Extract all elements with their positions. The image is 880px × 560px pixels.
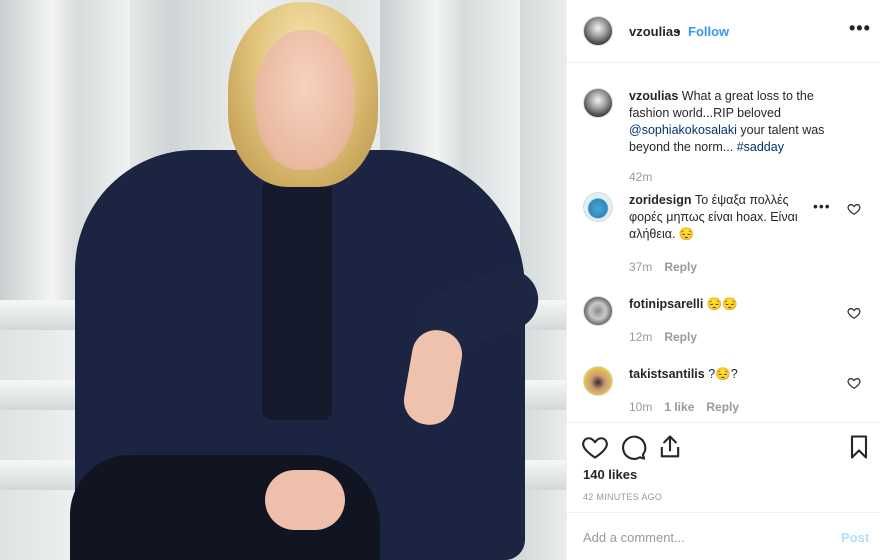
bookmark-icon[interactable] xyxy=(845,433,873,461)
comment-likes[interactable]: 1 like xyxy=(664,400,694,414)
likes-count[interactable]: 140 likes xyxy=(583,467,637,482)
photo-top xyxy=(262,180,332,420)
comment-text: takistsantilis ?😔? xyxy=(629,366,819,383)
comment-meta: 12m Reply xyxy=(629,330,697,344)
header-separator: • xyxy=(676,24,681,39)
comment-item: zoridesign Το έψαξα πολλές φορές μηπως ε… xyxy=(583,192,873,282)
comment-username[interactable]: fotinipsarelli xyxy=(629,297,703,311)
comment-username[interactable]: zoridesign xyxy=(629,193,692,207)
caption-username[interactable]: vzoulias xyxy=(629,89,678,103)
comment-item: fotinipsarelli 😔😔 12m Reply xyxy=(583,296,873,356)
comment-time[interactable]: 10m xyxy=(629,400,652,414)
caption: vzoulias What a great loss to the fashio… xyxy=(583,88,873,188)
caption-meta: 42m xyxy=(629,170,652,184)
caption-text: vzoulias What a great loss to the fashio… xyxy=(629,88,835,156)
share-upload-icon[interactable] xyxy=(656,433,684,461)
commenter-avatar[interactable] xyxy=(583,192,613,222)
commenter-avatar[interactable] xyxy=(583,366,613,396)
comment-like-icon[interactable] xyxy=(847,202,861,216)
post-timestamp[interactable]: 42 MINUTES AGO xyxy=(583,492,662,502)
like-heart-icon[interactable] xyxy=(581,433,609,461)
photo-face xyxy=(255,30,355,170)
reply-button[interactable]: Reply xyxy=(706,400,739,414)
comment-text: zoridesign Το έψαξα πολλές φορές μηπως ε… xyxy=(629,192,814,243)
add-comment-input[interactable] xyxy=(583,527,823,547)
owner-username[interactable]: vzoulias xyxy=(629,24,680,39)
comment-username[interactable]: takistsantilis xyxy=(629,367,705,381)
post-photo[interactable] xyxy=(0,0,566,560)
comment-time[interactable]: 37m xyxy=(629,260,652,274)
caption-time[interactable]: 42m xyxy=(629,170,652,184)
post-header: vzoulias • Follow ••• xyxy=(567,0,880,63)
owner-avatar[interactable] xyxy=(583,16,613,46)
caption-hashtag[interactable]: #sadday xyxy=(737,140,784,154)
follow-button[interactable]: Follow xyxy=(688,24,729,39)
caption-avatar[interactable] xyxy=(583,88,613,118)
commenter-avatar[interactable] xyxy=(583,296,613,326)
comment-meta: 10m 1 like Reply xyxy=(629,400,739,414)
comment-item: takistsantilis ?😔? 10m 1 like Reply xyxy=(583,366,873,422)
post-sidebar: vzoulias • Follow ••• vzoulias What a gr… xyxy=(566,0,880,560)
comment-bubble-icon[interactable] xyxy=(619,433,647,461)
comment-body: 😔😔 xyxy=(703,297,738,311)
caption-mention[interactable]: @sophiakokosalaki xyxy=(629,123,737,137)
comment-like-icon[interactable] xyxy=(847,376,861,390)
reply-button[interactable]: Reply xyxy=(664,330,697,344)
comment-meta: 37m Reply xyxy=(629,260,697,274)
reply-button[interactable]: Reply xyxy=(664,260,697,274)
comment-like-icon[interactable] xyxy=(847,306,861,320)
more-options-icon[interactable]: ••• xyxy=(849,18,871,39)
add-comment-bar: Post xyxy=(567,512,880,560)
photo-knee-hand xyxy=(265,470,345,530)
comment-body: ?😔? xyxy=(704,367,738,381)
comment-text: fotinipsarelli 😔😔 xyxy=(629,296,819,313)
comment-more-icon[interactable]: ••• xyxy=(813,198,831,214)
post-actions: 140 likes 42 MINUTES AGO xyxy=(567,422,880,512)
post-comment-button[interactable]: Post xyxy=(841,530,869,545)
comment-time[interactable]: 12m xyxy=(629,330,652,344)
